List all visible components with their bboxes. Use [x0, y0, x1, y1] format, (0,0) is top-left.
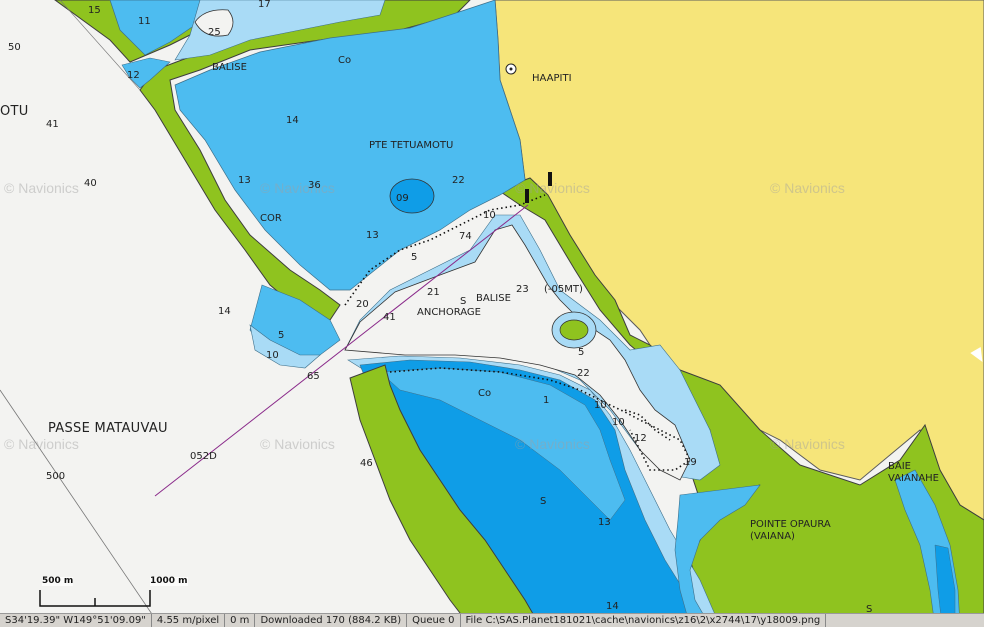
- watermark: © Navionics: [770, 436, 845, 452]
- sounding: 50: [8, 42, 21, 53]
- sounding: 11: [138, 16, 151, 27]
- watermark: © Navionics: [4, 180, 79, 196]
- seabed-label: COR: [260, 213, 282, 224]
- sounding: 65: [307, 371, 320, 382]
- watermark: © Navionics: [515, 180, 590, 196]
- status-file: File C:\SAS.Planet181021\cache\navionics…: [461, 614, 827, 627]
- sounding: 41: [46, 119, 59, 130]
- sounding: 13: [598, 517, 611, 528]
- watermark: © Navionics: [260, 436, 335, 452]
- place-label-anchorage: ANCHORAGE: [417, 307, 481, 318]
- sounding: 5: [278, 330, 285, 341]
- sounding: 5: [411, 252, 418, 263]
- sounding: 500: [46, 471, 66, 482]
- place-label-haapiti: HAAPITI: [532, 73, 572, 84]
- place-label-vaianahe: VAIANAHE: [888, 473, 939, 484]
- watermark: © Navionics: [4, 436, 79, 452]
- place-label-motu: OTU: [0, 104, 29, 119]
- seabed-label: Co: [338, 55, 352, 66]
- sounding: 09: [396, 193, 409, 204]
- status-resolution: 4.55 m/pixel: [152, 614, 226, 627]
- sounding: 5: [578, 347, 585, 358]
- sounding: 15: [88, 5, 101, 16]
- sounding: 25: [208, 27, 221, 38]
- watermark: © Navionics: [770, 180, 845, 196]
- place-label-pte-tetuamotu: PTE TETUAMOTU: [369, 140, 454, 151]
- place-label-baie: BAIE: [888, 461, 911, 472]
- nautical-chart[interactable]: [0, 0, 984, 626]
- scale-label-1000: 1000 m: [150, 576, 188, 586]
- seabed-label: Co: [478, 388, 492, 399]
- sounding: 10: [594, 400, 607, 411]
- place-label-vaiana: (VAIANA): [750, 531, 795, 542]
- sounding: 19: [684, 457, 697, 468]
- status-bar: S34'19.39" W149°51'09.09" 4.55 m/pixel 0…: [0, 613, 984, 627]
- status-queue: Queue 0: [407, 614, 461, 627]
- seabed-label: S: [540, 496, 547, 507]
- sounding: 40: [84, 178, 97, 189]
- islet-anchorage-core: [559, 319, 589, 341]
- sounding: 14: [218, 306, 231, 317]
- light-label: (-05MT): [544, 284, 583, 295]
- sounding: 36: [308, 180, 321, 191]
- watermark: © Navionics: [515, 436, 590, 452]
- place-label-passe-matauvau: PASSE MATAUVAU: [48, 421, 168, 436]
- sounding: 14: [606, 601, 619, 612]
- place-label-balise-top: BALISE: [212, 62, 247, 73]
- seabed-label: S: [460, 296, 467, 307]
- sounding: 22: [577, 368, 590, 379]
- sounding: 10: [612, 417, 625, 428]
- sounding: 20: [356, 299, 369, 310]
- village-marker-dot: [509, 67, 513, 71]
- sounding: 13: [366, 230, 379, 241]
- sounding: 23: [516, 284, 529, 295]
- status-zero: 0 m: [225, 614, 256, 627]
- sounding: 13: [238, 175, 251, 186]
- sounding: 14: [286, 115, 299, 126]
- sounding: 21: [427, 287, 440, 298]
- bearing-label: 052D: [190, 451, 217, 462]
- sounding: 17: [258, 0, 271, 10]
- place-label-pointe-opaura: POINTE OPAURA: [750, 519, 831, 530]
- sounding: 1: [543, 395, 550, 406]
- status-downloaded: Downloaded 170 (884.2 KB): [255, 614, 408, 627]
- sounding: 10: [266, 350, 279, 361]
- sounding: 12: [634, 433, 647, 444]
- sounding: 46: [360, 458, 373, 469]
- scale-label-500: 500 m: [42, 576, 74, 586]
- watermark: © Navionics: [260, 180, 335, 196]
- place-label-balise-mid: BALISE: [476, 293, 511, 304]
- sounding: 41: [383, 312, 396, 323]
- sounding: 22: [452, 175, 465, 186]
- sounding: 10: [483, 210, 496, 221]
- sounding: 74: [459, 231, 472, 242]
- status-coords: S34'19.39" W149°51'09.09": [0, 614, 152, 627]
- sounding: 12: [127, 70, 140, 81]
